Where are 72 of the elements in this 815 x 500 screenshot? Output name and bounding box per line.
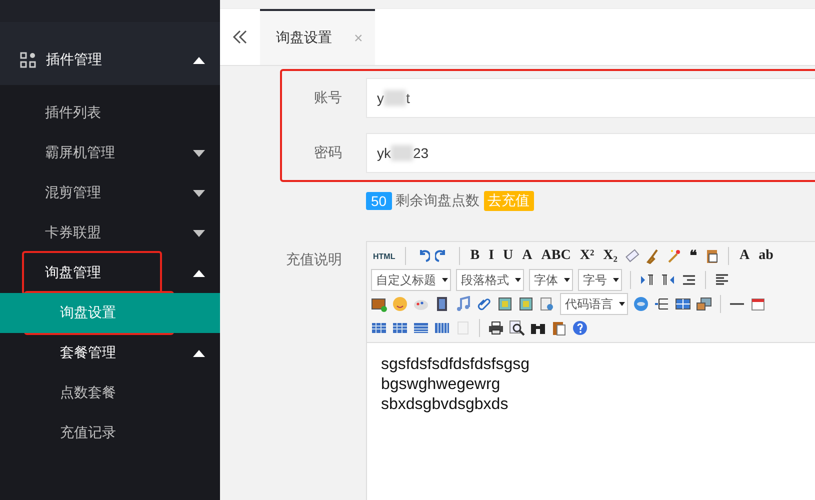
table-icon[interactable] [392,320,408,336]
sidebar-item[interactable]: 套餐管理 [0,333,220,373]
page-break-icon[interactable] [654,296,670,312]
caret-icon [193,190,205,196]
collapse-icon[interactable] [232,30,248,44]
map-icon[interactable] [497,296,513,312]
plugin-grid-icon [20,52,36,68]
paste-text-icon[interactable] [704,248,720,264]
wand-icon[interactable] [666,248,682,264]
map-icon[interactable] [518,296,534,312]
caret-icon [193,150,205,156]
field-label: 充值说明 [285,251,343,269]
points-text: 剩余询盘点数 [396,192,480,210]
sidebar-item[interactable]: 霸屏机管理 [0,133,220,173]
image-icon[interactable] [371,296,387,312]
toolbar-button[interactable]: A [737,248,752,264]
input-field[interactable]: y t [366,78,815,118]
sidebar-item[interactable]: 卡券联盟 [0,213,220,253]
toolbar-button[interactable]: HTML [371,252,398,260]
emoji-icon[interactable] [392,296,408,312]
toolbar-button[interactable]: X₂ [601,248,620,264]
rich-text-editor[interactable]: HTML B I U A ABC X² X₂ ❝ A ab 自定义标题 段落格式 字体 字号 代码语言 sgsfdsfsdfdsfdsfsgsg bgswghwegewrg sbxdsgbvdsgbxds [366,241,815,500]
tab[interactable]: 询盘设置 × [260,9,375,65]
help-icon[interactable] [572,320,588,336]
sidebar-item[interactable]: 充值记录 [0,413,220,453]
caret-icon [193,350,205,356]
toolbar-button[interactable]: ABC [539,248,573,264]
toolbar-button[interactable]: U [501,248,516,264]
field-label: 账号 [313,89,343,107]
toolbar-dropdown[interactable]: 自定义标题 [371,269,451,291]
toolbar-dropdown[interactable]: 代码语言 [560,293,628,315]
toolbar-button[interactable]: B [468,248,482,264]
sidebar-item[interactable]: 询盘设置 [0,293,220,333]
table-rows-icon[interactable] [413,320,429,336]
calendar-icon[interactable] [750,296,766,312]
field-label: 密码 [313,144,343,162]
sidebar-item[interactable]: 点数套餐 [0,373,220,413]
editor-text: sbxdsgbvdsgbxds [381,395,510,415]
caret-icon [193,270,205,276]
toolbar-button[interactable]: I [486,248,496,264]
film-icon[interactable] [434,296,450,312]
caret-icon [193,230,205,236]
toolbar-dropdown[interactable]: 字号 [578,269,622,291]
input-field[interactable]: yk 23 [366,133,815,173]
table-columns-icon[interactable] [434,320,450,336]
paperclip-icon[interactable] [476,296,492,312]
toolbar-button[interactable]: ab [756,248,776,264]
toolbar-button[interactable]: ❝ [687,247,700,265]
toolbar-button[interactable]: A [520,248,534,264]
toolbar-button[interactable]: X² [578,248,596,264]
toolbar-dropdown[interactable]: 字体 [529,269,573,291]
frame-icon[interactable] [539,296,555,312]
points-count: 50 [366,192,392,210]
sidebar-item[interactable]: 混剪管理 [0,173,220,213]
align-left-icon[interactable] [714,272,730,288]
caret-icon [193,56,205,64]
table-icon[interactable] [371,320,387,336]
background-icon[interactable] [696,296,712,312]
ltr-icon[interactable] [639,272,655,288]
editor-text: sgsfdsfsdfdsfdsfsgsg [381,355,531,375]
music-icon[interactable] [455,296,471,312]
sidebar-item[interactable]: 插件管理 [0,35,220,85]
clipboard-icon[interactable] [551,320,567,336]
rtl-icon[interactable] [660,272,676,288]
layout-icon[interactable] [675,296,691,312]
print-icon[interactable] [488,320,504,336]
editor-text: bgswghwegewrg [381,375,502,395]
sidebar-item[interactable]: 插件列表 [0,93,220,133]
toolbar-dropdown[interactable]: 段落格式 [456,269,524,291]
globe-icon[interactable] [633,296,649,312]
magnifier-icon[interactable] [509,320,525,336]
sidebar-item[interactable]: 询盘管理 [0,253,220,293]
